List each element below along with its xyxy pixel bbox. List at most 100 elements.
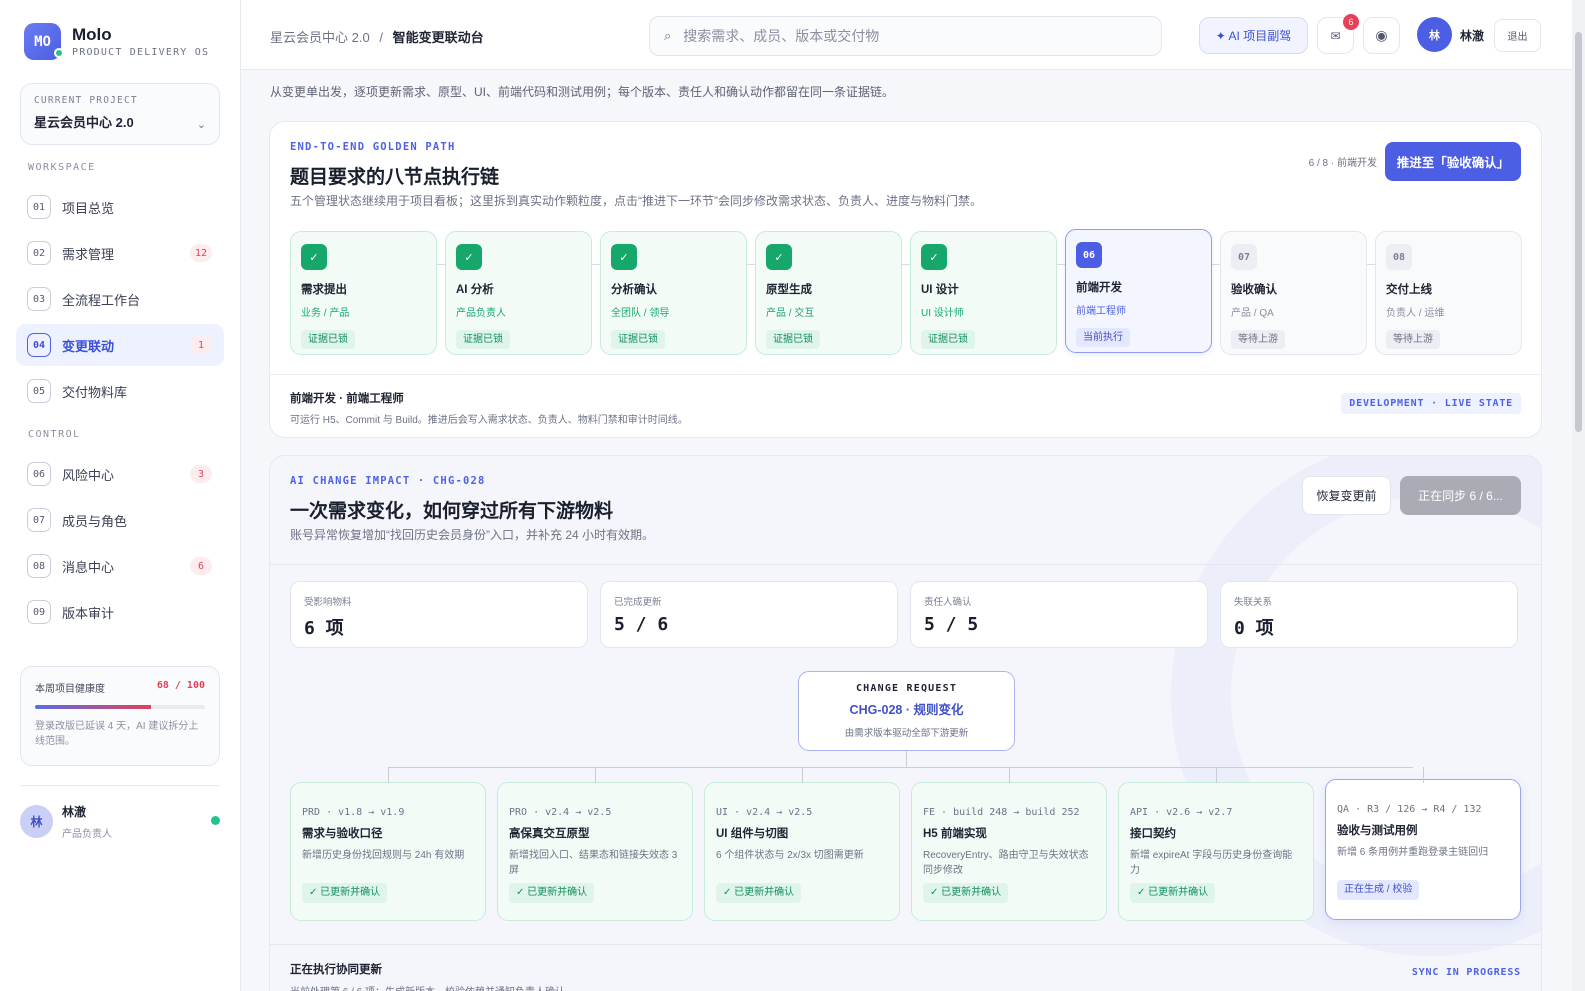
sidebar-item-overview[interactable]: 01 项目总览 (16, 186, 224, 228)
artifact-version: API · v2.6 → v2.7 (1130, 807, 1233, 818)
check-icon: ✓ (766, 244, 792, 270)
breadcrumb: 星云会员中心 2.0 / 智能变更联动台 (270, 27, 484, 46)
stage-role: 全团队 / 领导 (611, 308, 670, 319)
status-dot (54, 48, 64, 58)
sidebar: MO Molo PRODUCT DELIVERY OS CURRENT PROJ… (0, 0, 241, 991)
stat-label: 失联关系 (1234, 597, 1273, 608)
golden-path-desc: 五个管理状态继续用于项目看板；这里拆到真实动作颗粒度，点击“推进下一环节”会同步… (290, 194, 982, 208)
health-progress-fill (35, 705, 151, 709)
theme-toggle-button[interactable]: ◉ (1363, 17, 1400, 54)
health-progress-bar (35, 705, 205, 709)
search-box[interactable]: ⌕ (649, 16, 1162, 56)
nav-number: 01 (27, 195, 51, 219)
stage-card[interactable]: ✓ AI 分析 产品负责人 证据已锁 (445, 231, 592, 355)
artifact-card[interactable]: PRD · v1.8 → v1.9 需求与验收口径 新增历史身份找回规则与 24… (290, 782, 486, 921)
sidebar-item-deliverables[interactable]: 05 交付物料库 (16, 370, 224, 412)
topbar-user-name: 林澈 (1460, 29, 1485, 43)
nav-number: 05 (27, 379, 51, 403)
change-request-kicker: CHANGE REQUEST (855, 683, 958, 694)
nav-badge: 1 (190, 336, 212, 354)
sidebar-item-label: 项目总览 (62, 200, 115, 216)
project-name: 星云会员中心 2.0 (34, 115, 134, 130)
artifact-status-tag: ✓ 已更新并确认 (509, 883, 595, 903)
stat-card: 已完成更新 5 / 6 (600, 581, 898, 648)
stat-label: 受影响物料 (304, 597, 352, 608)
artifact-version: FE · build 248 → build 252 (923, 807, 1080, 818)
search-input[interactable] (683, 28, 1124, 44)
sync-title: 正在执行协同更新 (290, 964, 382, 976)
artifact-card[interactable]: API · v2.6 → v2.7 接口契约 新增 expireAt 字段与历史… (1118, 782, 1314, 921)
health-score: 68 / 100 (156, 680, 205, 691)
project-selector[interactable]: CURRENT PROJECT 星云会员中心 2.0 ⌄ (20, 83, 220, 145)
check-icon: ✓ (301, 244, 327, 270)
stage-number: 07 (1231, 244, 1257, 270)
nav-number: 04 (27, 333, 51, 357)
stage-number: 08 (1386, 244, 1412, 270)
chevron-down-icon: ⌄ (196, 119, 206, 131)
breadcrumb-root[interactable]: 星云会员中心 2.0 (270, 30, 370, 45)
sidebar-item-label: 版本审计 (62, 605, 115, 621)
stage-role: 业务 / 产品 (301, 308, 350, 319)
artifact-card[interactable]: QA · R3 / 126 → R4 / 132 验收与测试用例 新增 6 条用… (1325, 779, 1521, 920)
artifact-status-tag: ✓ 已更新并确认 (923, 883, 1009, 903)
health-card: 本周项目健康度 68 / 100 登录改版已延误 4 天，AI 建议拆分上线范围… (20, 666, 220, 766)
stat-value: 5 / 5 (924, 614, 979, 635)
artifact-name: 需求与验收口径 (302, 828, 383, 840)
sidebar-item-audit[interactable]: 09 版本审计 (16, 591, 224, 633)
ai-copilot-button[interactable]: ✦ AI 项目副驾 (1199, 17, 1308, 54)
stage-card[interactable]: ✓ 需求提出 业务 / 产品 证据已锁 (290, 231, 437, 355)
golden-path-title: 题目要求的八节点执行链 (290, 167, 500, 188)
topbar-avatar[interactable]: 林 (1417, 17, 1452, 52)
sidebar-item-messages[interactable]: 08 消息中心 6 (16, 545, 224, 587)
change-request-sub: 由需求版本驱动全部下游更新 (844, 728, 969, 739)
stage-role: 前端工程师 (1076, 306, 1126, 317)
artifact-card[interactable]: PRO · v2.4 → v2.5 高保真交互原型 新增找回入口、结果态和链接失… (497, 782, 693, 921)
sidebar-item-requirements[interactable]: 02 需求管理 12 (16, 232, 224, 274)
nav-number: 02 (27, 241, 51, 265)
stage-name: UI 设计 (921, 284, 959, 296)
sidebar-item-workflow[interactable]: 03 全流程工作台 (16, 278, 224, 320)
nav-number: 09 (27, 600, 51, 624)
artifact-version: PRD · v1.8 → v1.9 (302, 807, 405, 818)
artifact-card[interactable]: FE · build 248 → build 252 H5 前端实现 Recov… (911, 782, 1107, 921)
health-label: 本周项目健康度 (35, 684, 105, 695)
stage-status-tag: 等待上游 (1386, 330, 1440, 349)
live-state-badge: DEVELOPMENT · LIVE STATE (1341, 393, 1521, 414)
stat-card: 责任人确认 5 / 5 (910, 581, 1208, 648)
brand-logo-text: MO (34, 33, 51, 50)
artifact-version: QA · R3 / 126 → R4 / 132 (1337, 804, 1482, 815)
tree-connector (1423, 767, 1424, 783)
stage-card[interactable]: 08 交付上线 负责人 / 运维 等待上游 (1375, 231, 1522, 355)
stage-card[interactable]: ✓ UI 设计 UI 设计师 证据已锁 (910, 231, 1057, 355)
nav-number: 08 (27, 554, 51, 578)
stage-card[interactable]: ✓ 原型生成 产品 / 交互 证据已锁 (755, 231, 902, 355)
stage-name: 原型生成 (766, 284, 812, 296)
stat-card: 失联关系 0 项 (1220, 581, 1518, 648)
nav-number: 07 (27, 508, 51, 532)
artifact-status-tag: ✓ 已更新并确认 (716, 883, 802, 903)
artifact-name: H5 前端实现 (923, 828, 987, 840)
stage-card[interactable]: 06 前端开发 前端工程师 当前执行 (1065, 229, 1212, 353)
stage-name: 前端开发 (1076, 282, 1122, 294)
sidebar-item-risk[interactable]: 06 风险中心 3 (16, 453, 224, 495)
artifact-card[interactable]: UI · v2.4 → v2.5 UI 组件与切图 6 个组件状态与 2x/3x… (704, 782, 900, 921)
logout-button[interactable]: 退出 (1494, 19, 1541, 52)
stage-card[interactable]: ✓ 分析确认 全团队 / 领导 证据已锁 (600, 231, 747, 355)
notifications-button[interactable]: ✉ 6 (1317, 14, 1359, 54)
sidebar-item-change-sync[interactable]: 04 变更联动 1 (16, 324, 224, 366)
change-request-node[interactable]: CHANGE REQUEST CHG-028 · 规则变化 由需求版本驱动全部下… (798, 671, 1015, 751)
nav-badge: 6 (190, 557, 212, 575)
tree-connector (906, 751, 907, 767)
brand: MO Molo PRODUCT DELIVERY OS (24, 23, 209, 60)
user-profile[interactable]: 林 林澈 产品负责人 (20, 803, 220, 840)
page-scrollbar[interactable] (1572, 0, 1585, 991)
sidebar-item-members[interactable]: 07 成员与角色 (16, 499, 224, 541)
advance-stage-button[interactable]: 推进至「验收确认」 (1385, 142, 1521, 181)
stage-card[interactable]: 07 验收确认 产品 / QA 等待上游 (1220, 231, 1367, 355)
artifact-status-tag: ✓ 已更新并确认 (302, 883, 388, 903)
change-request-title: CHG-028 · 规则变化 (849, 703, 964, 717)
scrollbar-thumb[interactable] (1575, 32, 1582, 432)
sidebar-item-label: 交付物料库 (62, 384, 128, 400)
stage-progress: 6 / 8 · 前端开发 (1308, 158, 1377, 169)
restore-button[interactable]: 恢复变更前 (1302, 476, 1391, 515)
